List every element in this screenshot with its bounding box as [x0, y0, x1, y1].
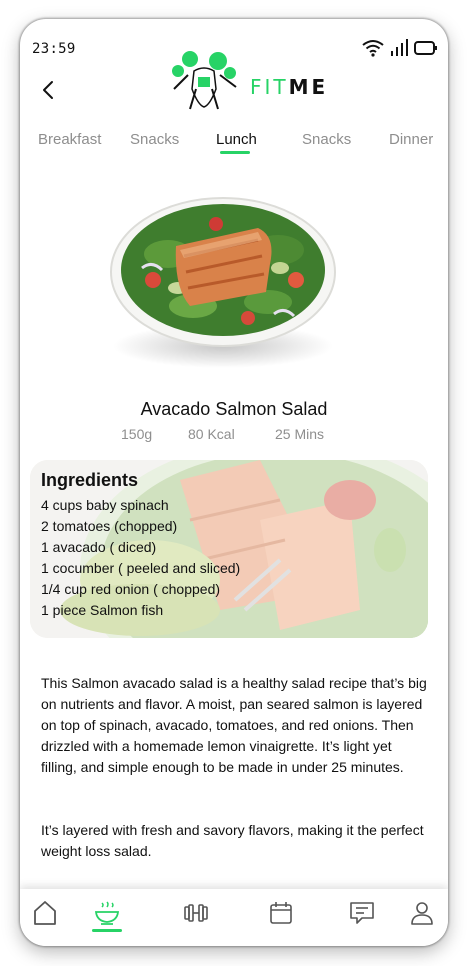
bowl-icon[interactable]: [93, 899, 121, 927]
back-chevron-icon[interactable]: [38, 79, 60, 101]
tab-breakfast[interactable]: Breakfast: [38, 131, 101, 148]
ingredients-list: Ingredients 4 cups baby spinach 2 tomato…: [41, 470, 240, 621]
signal-icon: [391, 39, 408, 56]
status-icons: [362, 39, 438, 57]
chat-icon[interactable]: [348, 899, 376, 927]
recipe-description-paragraph-1: This Salmon avacado salad is a healthy s…: [41, 675, 427, 775]
calendar-icon[interactable]: [267, 899, 295, 927]
tab-snacks-morning[interactable]: Snacks: [130, 131, 179, 148]
fitness-mascot-icon: [172, 51, 237, 110]
home-icon[interactable]: [31, 899, 59, 927]
ingredients-card: Ingredients 4 cups baby spinach 2 tomato…: [30, 460, 428, 638]
ingredient-item: 1 cocumber ( peeled and sliced): [41, 560, 241, 576]
profile-icon[interactable]: [408, 899, 436, 927]
recipe-calories: 80 Kcal: [188, 426, 235, 442]
active-nav-indicator: [92, 929, 122, 932]
dumbbell-icon[interactable]: [182, 899, 210, 927]
bottom-navigation: [20, 889, 448, 946]
brand-wordmark: FITME: [250, 75, 329, 99]
phone-frame: 23:59 FITME Breakfast Snacks Lunch Snack…: [20, 19, 448, 946]
app-logo: FITME: [166, 49, 356, 113]
ingredient-item: 1 avacado ( diced): [41, 539, 157, 555]
recipe-title: Avacado Salmon Salad: [140, 399, 328, 419]
ingredient-item: 1 piece Salmon fish: [41, 602, 164, 618]
tab-snacks-evening[interactable]: Snacks: [302, 131, 351, 148]
wifi-icon: [362, 40, 384, 57]
ingredients-heading: Ingredients: [41, 470, 139, 490]
salmon-salad-image: [110, 197, 336, 368]
tab-dinner[interactable]: Dinner: [389, 131, 433, 148]
ingredient-item: 4 cups baby spinach: [41, 497, 169, 513]
ingredient-item: 2 tomatoes (chopped): [41, 518, 178, 534]
active-tab-indicator: [220, 151, 250, 154]
recipe-description-paragraph-2: It’s layered with fresh and savory flavo…: [41, 822, 424, 859]
recipe-time: 25 Mins: [275, 426, 325, 442]
battery-icon: [414, 41, 437, 55]
recipe-weight: 150g: [121, 426, 153, 442]
tab-lunch[interactable]: Lunch: [216, 131, 257, 148]
status-time: 23:59: [32, 41, 76, 57]
ingredient-item: 1/4 cup red onion ( chopped): [41, 581, 221, 597]
